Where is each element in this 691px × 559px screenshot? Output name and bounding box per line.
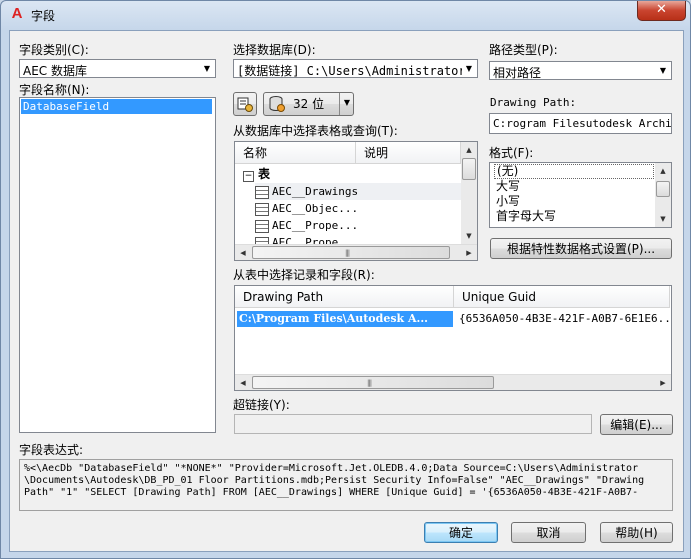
records-table[interactable]: Drawing Path Unique Guid C:\Program File… bbox=[234, 285, 672, 391]
data-link-icon bbox=[237, 97, 253, 112]
tree-header-name[interactable]: 名称 bbox=[235, 142, 356, 164]
select-database-label: 选择数据库(D): bbox=[233, 43, 316, 57]
bitness-dropdown[interactable]: 32 位 ▼ bbox=[263, 92, 354, 116]
field-category-select[interactable]: AEC 数据库 ▼ bbox=[19, 59, 216, 78]
tree-item[interactable]: AEC__Prope... bbox=[255, 217, 358, 234]
expression-line: Path" "1" "SELECT [Drawing Path] FROM [A… bbox=[24, 487, 639, 498]
tree-item-label: AEC__Prope... bbox=[272, 219, 359, 232]
drawing-path-label: Drawing Path: bbox=[490, 96, 577, 109]
hyperlink-field bbox=[234, 414, 592, 434]
list-item[interactable]: 小写 bbox=[496, 194, 520, 209]
table-cell[interactable]: {6536A050-4B3E-421F-A0B7-6E1E6... bbox=[459, 311, 671, 327]
field-category-value: AEC 数据库 bbox=[23, 64, 87, 78]
tables-tree[interactable]: 名称 说明 − 表 AEC__Drawings AEC__Objec... AEC… bbox=[234, 141, 478, 261]
data-link-button[interactable] bbox=[233, 92, 257, 116]
database-value: [数据链接] C:\Users\Administrator\Doc bbox=[237, 64, 462, 78]
scroll-up-icon[interactable]: ▲ bbox=[461, 142, 477, 158]
chevron-down-icon: ▼ bbox=[339, 93, 354, 115]
grip-icon: ||| bbox=[345, 249, 350, 257]
scroll-left-icon[interactable]: ◀ bbox=[235, 245, 251, 260]
dialog-body: 字段类别(C): AEC 数据库 ▼ 字段名称(N): DatabaseFiel… bbox=[9, 30, 684, 552]
chevron-down-icon: ▼ bbox=[465, 64, 473, 73]
table-icon bbox=[255, 236, 269, 244]
format-label: 格式(F): bbox=[489, 146, 534, 160]
chevron-down-icon: ▼ bbox=[659, 66, 667, 75]
list-item[interactable]: DatabaseField bbox=[21, 99, 212, 114]
close-button[interactable]: ✕ bbox=[637, 1, 686, 21]
list-item[interactable]: 首字母大写 bbox=[496, 209, 556, 224]
column-header-unique-guid[interactable]: Unique Guid bbox=[454, 286, 670, 308]
database-select[interactable]: [数据链接] C:\Users\Administrator\Doc ▼ bbox=[233, 59, 478, 78]
format-list[interactable]: (无) 大写 小写 首字母大写 ▲ ▼ bbox=[489, 162, 672, 228]
scroll-thumb[interactable]: ||| bbox=[252, 246, 450, 259]
tree-item[interactable]: AEC__Prope... bbox=[255, 234, 358, 244]
grip-icon: ||| bbox=[367, 379, 372, 387]
autocad-logo-icon: A bbox=[11, 5, 23, 22]
tree-item[interactable]: AEC__Objec... bbox=[255, 200, 358, 217]
scroll-thumb[interactable]: ||| bbox=[252, 376, 494, 389]
tree-horizontal-scrollbar[interactable]: ◀ ||| ▶ bbox=[235, 244, 477, 260]
edit-hyperlink-button[interactable]: 编辑(E)... bbox=[600, 414, 673, 435]
scroll-right-icon[interactable]: ▶ bbox=[461, 245, 477, 260]
field-dialog: A 字段 ✕ 字段类别(C): AEC 数据库 ▼ 字段名称(N): Datab… bbox=[0, 0, 691, 559]
scroll-thumb[interactable] bbox=[462, 158, 476, 180]
scroll-thumb[interactable] bbox=[656, 181, 670, 197]
field-name-label: 字段名称(N): bbox=[19, 83, 90, 97]
bitness-value: 32 位 bbox=[293, 97, 325, 111]
scroll-up-icon[interactable]: ▲ bbox=[655, 163, 671, 179]
help-button[interactable]: 帮助(H) bbox=[600, 522, 673, 543]
drawing-path-preview: C:rogram Filesutodesk Architec bbox=[489, 113, 672, 134]
field-expression-label: 字段表达式: bbox=[19, 443, 84, 457]
collapse-icon[interactable]: − bbox=[243, 171, 254, 182]
tables-label: 从数据库中选择表格或查询(T): bbox=[233, 124, 398, 138]
records-label: 从表中选择记录和字段(R): bbox=[233, 268, 375, 282]
scroll-down-icon[interactable]: ▼ bbox=[655, 211, 671, 227]
table-icon bbox=[255, 219, 269, 233]
field-expression-text: %<\AecDb "DatabaseField" "*NONE*" "Provi… bbox=[19, 459, 673, 511]
hyperlink-label: 超链接(Y): bbox=[233, 398, 290, 412]
tree-item[interactable]: AEC__Drawings bbox=[255, 183, 461, 200]
database-icon bbox=[269, 96, 285, 112]
expression-line: \Documents\Autodesk\DB_PD_01 Floor Parti… bbox=[24, 475, 645, 486]
format-scrollbar[interactable]: ▲ ▼ bbox=[655, 163, 671, 227]
path-type-label: 路径类型(P): bbox=[489, 43, 558, 57]
list-item[interactable]: 大写 bbox=[496, 179, 520, 194]
cancel-button[interactable]: 取消 bbox=[511, 522, 586, 543]
drawing-path-value: C:rogram Filesutodesk Architec bbox=[493, 117, 672, 130]
tree-group-tables[interactable]: − 表 bbox=[243, 166, 270, 183]
table-icon bbox=[255, 202, 269, 216]
title-bar[interactable]: A 字段 ✕ bbox=[1, 1, 690, 29]
column-header-drawing-path[interactable]: Drawing Path bbox=[235, 286, 454, 308]
tree-group-label: 表 bbox=[258, 167, 271, 181]
records-horizontal-scrollbar[interactable]: ◀ ||| ▶ bbox=[235, 374, 671, 390]
path-type-select[interactable]: 相对路径 ▼ bbox=[489, 61, 672, 80]
scroll-right-icon[interactable]: ▶ bbox=[655, 375, 671, 390]
tree-header-description[interactable]: 说明 bbox=[356, 142, 461, 164]
tree-item-label: AEC__Prope... bbox=[272, 236, 359, 244]
path-type-value: 相对路径 bbox=[493, 66, 542, 80]
table-icon bbox=[255, 185, 269, 199]
field-category-label: 字段类别(C): bbox=[19, 43, 89, 57]
field-name-list[interactable]: DatabaseField bbox=[19, 97, 216, 433]
tree-item-label: AEC__Drawings bbox=[272, 185, 359, 198]
scroll-down-icon[interactable]: ▼ bbox=[461, 228, 477, 244]
ok-button[interactable]: 确定 bbox=[424, 522, 498, 543]
tree-item-label: AEC__Objec... bbox=[272, 202, 359, 215]
window-title: 字段 bbox=[31, 9, 56, 23]
table-cell-selected[interactable]: C:\Program Files\Autodesk A... bbox=[237, 311, 453, 327]
expression-line: %<\AecDb "DatabaseField" "*NONE*" "Provi… bbox=[24, 463, 639, 474]
list-item[interactable]: (无) bbox=[494, 164, 654, 179]
scroll-left-icon[interactable]: ◀ bbox=[235, 375, 251, 390]
tree-vertical-scrollbar[interactable]: ▲ ▼ bbox=[461, 142, 477, 244]
format-by-property-button[interactable]: 根据特性数据格式设置(P)... bbox=[490, 238, 672, 259]
chevron-down-icon: ▼ bbox=[203, 64, 211, 73]
